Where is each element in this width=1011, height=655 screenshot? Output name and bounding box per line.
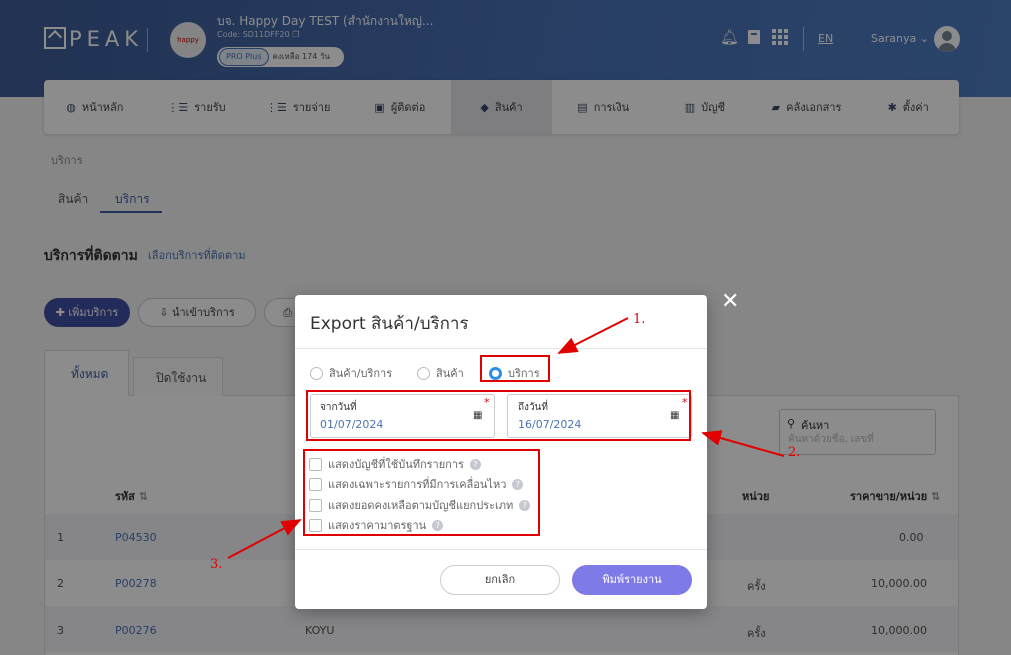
annotation-arrows xyxy=(227,317,785,559)
arrow-1 xyxy=(557,317,629,354)
annotation-3: 3. xyxy=(210,557,223,572)
arrow-3 xyxy=(227,519,302,559)
annotation-2: 2. xyxy=(788,445,801,460)
annotation-1: 1. xyxy=(633,312,646,327)
arrow-2 xyxy=(701,430,785,457)
